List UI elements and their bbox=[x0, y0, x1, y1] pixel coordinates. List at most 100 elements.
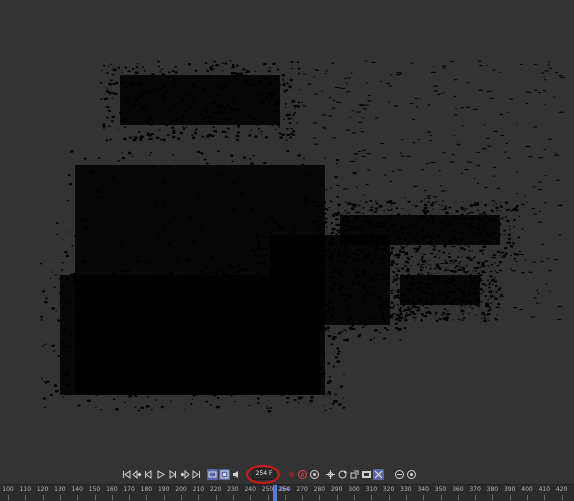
timeline-tick-label: 270 bbox=[296, 486, 308, 493]
timeline-tick-label: 110 bbox=[19, 486, 32, 493]
timeline-tick bbox=[94, 495, 96, 500]
rotate-button[interactable] bbox=[337, 469, 348, 480]
timeline-tick bbox=[284, 495, 286, 500]
timeline-tick-label: 130 bbox=[54, 486, 66, 493]
keyframe-icon bbox=[310, 470, 319, 479]
timeline-tick bbox=[544, 495, 546, 500]
timeline-tick-label: 300 bbox=[348, 486, 360, 493]
previous-keyframe-button[interactable] bbox=[132, 469, 143, 480]
loop-icon bbox=[208, 471, 217, 478]
timeline-tick bbox=[59, 495, 61, 500]
timeline-tick bbox=[371, 495, 373, 500]
skip-end-icon bbox=[192, 470, 200, 479]
loop-button[interactable] bbox=[207, 469, 218, 480]
timeline-tick-label: 160 bbox=[106, 486, 118, 493]
go-to-end-button[interactable] bbox=[191, 469, 202, 480]
timeline-tick-label: 320 bbox=[382, 486, 395, 493]
range-button[interactable] bbox=[219, 469, 230, 480]
keyframe-button[interactable] bbox=[309, 469, 320, 480]
next-keyframe-button[interactable] bbox=[179, 469, 190, 480]
timeline-tick-label: 100 bbox=[2, 486, 14, 493]
timeline-tick-label: 150 bbox=[88, 486, 101, 493]
timeline-tick-label: 220 bbox=[209, 486, 222, 493]
timeline-tick bbox=[267, 495, 269, 500]
speaker-icon bbox=[233, 471, 238, 478]
timeline-tick-label: 120 bbox=[36, 486, 49, 493]
timeline-tick-label: 280 bbox=[313, 486, 326, 493]
step-back-icon bbox=[145, 470, 152, 479]
scale-icon bbox=[350, 470, 359, 479]
autokey-icon: A bbox=[298, 470, 307, 479]
rotate-icon bbox=[338, 470, 347, 479]
timeline-tick bbox=[215, 495, 217, 500]
timeline-tick-label: 260 bbox=[279, 486, 291, 493]
step-forward-button[interactable] bbox=[167, 469, 178, 480]
record-button[interactable] bbox=[286, 469, 297, 480]
timeline-tick-label: 390 bbox=[503, 486, 516, 493]
timeline-tick-label: 340 bbox=[417, 486, 429, 493]
timeline-tick-label: 250 bbox=[261, 486, 274, 493]
timeline-tick-label: 290 bbox=[330, 486, 343, 493]
timeline-tick-label: 140 bbox=[71, 486, 83, 493]
autokey-button[interactable]: A bbox=[297, 469, 308, 480]
move-button[interactable] bbox=[325, 469, 336, 480]
timeline-tick bbox=[388, 495, 390, 500]
move-icon bbox=[326, 470, 335, 479]
timeline-tick bbox=[475, 495, 477, 500]
timeline-tick bbox=[146, 495, 148, 500]
viewport[interactable] bbox=[0, 0, 574, 466]
timeline-tick bbox=[561, 495, 563, 500]
timeline-tick-label: 310 bbox=[365, 486, 378, 493]
timeline-tick-label: 330 bbox=[400, 486, 412, 493]
timeline-tick-label: 420 bbox=[555, 486, 568, 493]
go-to-start-button[interactable] bbox=[121, 469, 132, 480]
timeline-tick bbox=[492, 495, 494, 500]
timeline-tick bbox=[302, 495, 304, 500]
current-frame-field[interactable]: 254 F bbox=[252, 468, 276, 480]
timeline-tick-label: 400 bbox=[521, 486, 533, 493]
timeline-tick-label: 170 bbox=[123, 486, 135, 493]
timeline-tick-label: 190 bbox=[157, 486, 170, 493]
settings-button[interactable] bbox=[406, 469, 417, 480]
timeline-tick bbox=[509, 495, 511, 500]
timeline-tick bbox=[250, 495, 252, 500]
timeline-ruler[interactable]: 254 100 110 120 130 140 150 160 170 180 190 200 210… bbox=[0, 484, 574, 501]
timeline-tick-label: 210 bbox=[192, 486, 205, 493]
step-forward-icon bbox=[169, 470, 176, 479]
record-icon bbox=[288, 471, 295, 478]
prev-key-icon bbox=[132, 469, 142, 480]
range-icon bbox=[220, 470, 229, 479]
play-button[interactable] bbox=[155, 469, 166, 480]
timeline-tick-label: 240 bbox=[244, 486, 256, 493]
playhead[interactable] bbox=[273, 485, 277, 501]
point-cloud bbox=[40, 60, 565, 413]
motion-icon bbox=[395, 470, 404, 479]
timeline-tick-label: 350 bbox=[434, 486, 447, 493]
pla-button[interactable] bbox=[373, 469, 384, 480]
pla-icon bbox=[374, 470, 383, 479]
timeline-tick bbox=[8, 495, 9, 500]
motion-button[interactable] bbox=[394, 469, 405, 480]
timeline-tick bbox=[354, 495, 355, 500]
timeline-tick-label: 370 bbox=[469, 486, 481, 493]
timeline-tick-label: 380 bbox=[486, 486, 499, 493]
timeline-tick bbox=[440, 495, 442, 500]
timeline-tick bbox=[163, 495, 165, 500]
timeline-tick bbox=[42, 495, 44, 500]
step-back-button[interactable] bbox=[143, 469, 154, 480]
settings-icon bbox=[407, 470, 416, 479]
play-icon bbox=[157, 470, 165, 479]
scale-button[interactable] bbox=[349, 469, 360, 480]
sound-button[interactable] bbox=[231, 469, 242, 480]
timeline-tick bbox=[198, 495, 200, 500]
timeline-tick bbox=[423, 495, 425, 500]
timeline-tick-label: 230 bbox=[227, 486, 239, 493]
param-icon bbox=[362, 471, 371, 478]
next-key-icon bbox=[180, 469, 190, 480]
timeline-tick-label: 200 bbox=[175, 486, 187, 493]
timeline-tick bbox=[25, 495, 27, 500]
timeline-tick bbox=[181, 495, 182, 500]
timeline-tick bbox=[129, 495, 131, 500]
param-button[interactable] bbox=[361, 469, 372, 480]
timeline-tick-label: 180 bbox=[140, 486, 153, 493]
